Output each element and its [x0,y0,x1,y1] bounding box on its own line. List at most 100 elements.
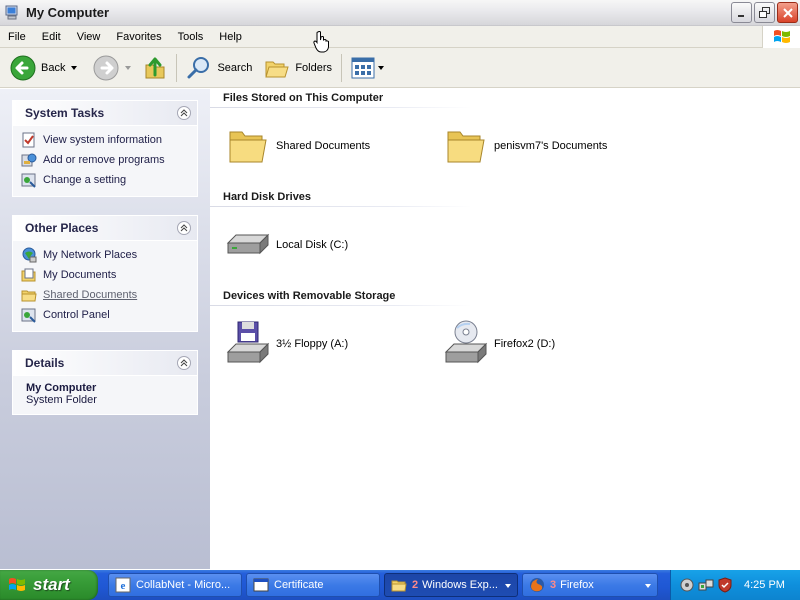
back-label: Back [41,61,66,74]
add-remove-programs-icon [21,153,37,167]
other-places-title: Other Places [25,221,99,235]
forward-button[interactable] [89,52,135,84]
menu-help[interactable]: Help [211,26,250,48]
task-add-remove-programs[interactable]: Add or remove programs [21,150,197,170]
menu-view[interactable]: View [69,26,109,48]
place-control-panel[interactable]: Control Panel [21,305,197,325]
start-button[interactable]: start [0,570,98,600]
item-floppy-a[interactable]: 3½ Floppy (A:) [224,320,348,368]
taskbar-button-collabnet[interactable]: e CollabNet - Micro... [108,573,242,597]
item-cd-drive-d[interactable]: Firefox2 (D:) [442,320,555,368]
task-change-setting[interactable]: Change a setting [21,170,197,190]
system-tasks-panel: System Tasks View system information Add… [12,100,198,197]
details-title: Details [25,356,65,370]
place-shared-documents[interactable]: Shared Documents [21,285,197,305]
group-divider [210,206,472,207]
menu-favorites[interactable]: Favorites [108,26,169,48]
task-label: Change a setting [43,174,127,186]
menu-tools[interactable]: Tools [170,26,212,48]
taskbar: start e CollabNet - Micro... Certificate… [0,570,800,600]
search-icon [187,56,210,78]
task-label: View system information [43,134,163,146]
network-connection-icon[interactable] [698,577,714,593]
taskbar-label: Firefox [560,579,594,591]
back-button[interactable]: Back [6,52,81,84]
task-view-system-info[interactable]: View system information [21,130,197,150]
item-user-documents[interactable]: penisvm7's Documents [442,122,607,170]
folder-icon [229,131,267,163]
up-folder-icon [145,57,165,78]
task-pane: System Tasks View system information Add… [0,89,210,569]
taskbar-label: CollabNet - Micro... [136,579,231,591]
item-local-disk-c[interactable]: Local Disk (C:) [224,221,348,269]
forward-dropdown-icon[interactable] [125,65,132,70]
collapse-icon[interactable] [177,356,191,370]
system-tasks-title: System Tasks [25,106,105,120]
start-label: start [33,575,70,594]
details-header[interactable]: Details [13,351,197,376]
task-label: Add or remove programs [43,154,165,166]
firefox-icon [530,578,544,592]
other-places-header[interactable]: Other Places [13,216,197,241]
collapse-icon[interactable] [177,106,191,120]
window-icon [253,578,269,592]
back-arrow-icon [10,55,36,80]
system-tasks-header[interactable]: System Tasks [13,101,197,126]
place-my-documents[interactable]: My Documents [21,265,197,285]
place-label: My Documents [43,269,117,281]
menu-bar: File Edit View Favorites Tools Help [0,26,800,48]
place-my-network-places[interactable]: My Network Places [21,245,197,265]
taskbar-button-firefox[interactable]: 3 Firefox [522,573,658,597]
place-label: Shared Documents [43,289,138,301]
group-dropdown-icon [645,584,651,588]
hand-cursor-icon [313,31,329,53]
taskbar-button-windows-explorer[interactable]: 2 Windows Exp... [384,573,518,597]
restore-button[interactable] [754,2,775,23]
close-button[interactable] [777,2,798,23]
folders-button[interactable]: Folders [260,52,336,84]
folders-label: Folders [295,61,333,74]
content-pane: Files Stored on This Computer Shared Doc… [210,89,800,569]
item-shared-documents[interactable]: Shared Documents [224,122,370,170]
group-dropdown-icon [505,584,511,588]
system-info-icon [22,132,35,148]
other-places-panel: Other Places My Network Places My Docume… [12,215,198,332]
views-icon [351,57,375,78]
group-header: Hard Disk Drives [223,191,312,203]
folder-icon [21,290,37,302]
search-button[interactable]: Search [182,52,256,84]
security-shield-icon[interactable] [717,577,733,593]
svg-text:e: e [121,580,126,592]
toolbar-separator [176,53,178,82]
control-panel-icon [21,308,36,323]
network-status-icon[interactable] [679,577,695,593]
search-label: Search [217,61,253,74]
details-item-type: System Folder [26,394,97,406]
group-divider [210,305,472,306]
menu-edit[interactable]: Edit [34,26,69,48]
views-button[interactable] [347,52,388,84]
toolbar-separator [341,53,343,82]
minimize-button[interactable] [731,2,752,23]
menu-file[interactable]: File [0,26,34,48]
place-label: My Network Places [43,249,138,261]
taskbar-button-certificate[interactable]: Certificate [246,573,380,597]
group-header: Files Stored on This Computer [223,92,384,104]
taskbar-count: 3 [550,579,557,591]
toolbar: Back Search Folders [0,48,800,88]
taskbar-label: Certificate [274,579,324,591]
item-label: Firefox2 (D:) [494,338,556,350]
taskbar-count: 2 [412,579,419,591]
my-computer-icon [5,5,18,19]
cd-drive-icon [444,320,488,364]
group-divider [210,107,472,108]
collapse-icon[interactable] [177,221,191,235]
back-dropdown-icon[interactable] [71,65,78,70]
place-label: Control Panel [43,309,110,321]
up-folder-button[interactable] [139,52,171,84]
clock[interactable]: 4:25 PM [744,579,785,591]
title-bar[interactable]: My Computer [0,0,800,26]
network-places-icon [22,247,37,263]
views-dropdown-icon[interactable] [378,65,385,70]
ie-icon: e [115,577,131,593]
